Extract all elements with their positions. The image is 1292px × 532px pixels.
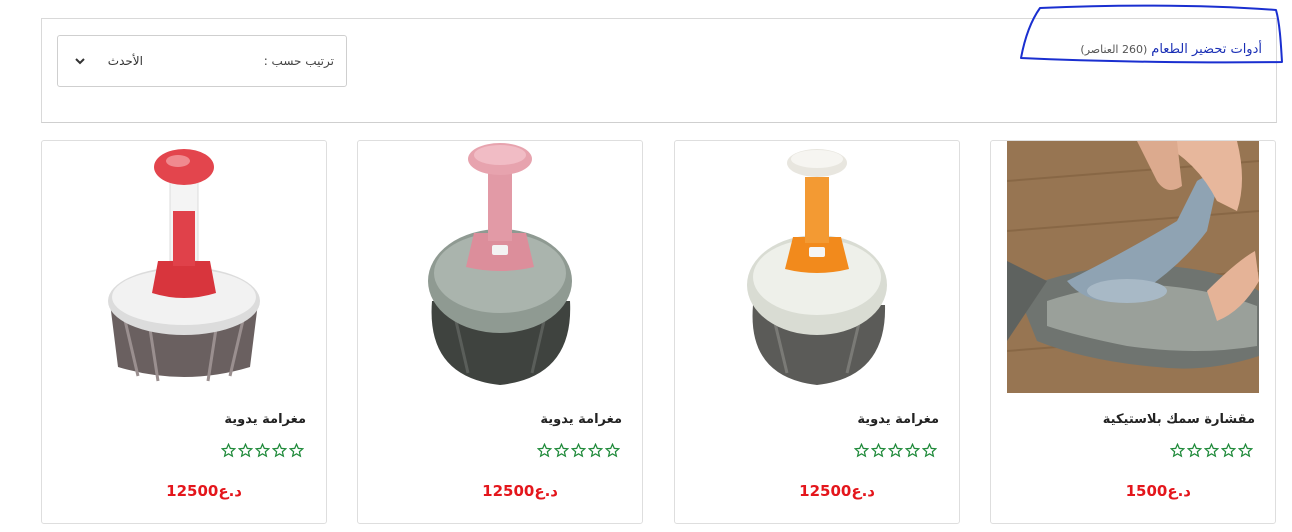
star-outline-icon	[871, 443, 886, 458]
star-outline-icon	[272, 443, 287, 458]
product-name[interactable]: مغرامة يدوية	[857, 412, 939, 427]
rating-stars	[537, 443, 620, 461]
annotation-scribble	[1020, 4, 1283, 64]
sort-dropdown[interactable]: ترتيب حسب : الأحدث	[57, 35, 347, 87]
star-outline-icon	[854, 443, 869, 458]
star-outline-icon	[537, 443, 552, 458]
star-outline-icon	[289, 443, 304, 458]
star-outline-icon	[1187, 443, 1202, 458]
star-outline-icon	[1238, 443, 1253, 458]
star-outline-icon	[1204, 443, 1219, 458]
product-card[interactable]: مغرامة يدوية 12500د.ع	[674, 140, 960, 524]
product-image[interactable]	[374, 141, 626, 393]
product-price: 12500د.ع	[482, 482, 558, 500]
star-outline-icon	[888, 443, 903, 458]
star-outline-icon	[605, 443, 620, 458]
product-name[interactable]: مقشارة سمك بلاستيكية	[1103, 412, 1255, 427]
product-card[interactable]: مغرامة يدوية 12500د.ع	[357, 140, 643, 524]
star-outline-icon	[588, 443, 603, 458]
sort-label: ترتيب حسب :	[263, 54, 334, 68]
product-name[interactable]: مغرامة يدوية	[540, 412, 622, 427]
star-outline-icon	[554, 443, 569, 458]
product-card[interactable]: مقشارة سمك بلاستيكية 1500د.ع	[990, 140, 1276, 524]
sort-selected-value: الأحدث	[107, 54, 143, 68]
product-card[interactable]: مغرامة يدوية 12500د.ع	[41, 140, 327, 524]
product-image[interactable]	[691, 141, 943, 393]
rating-stars	[221, 443, 304, 461]
rating-stars	[1170, 443, 1253, 461]
rating-stars	[854, 443, 937, 461]
star-outline-icon	[571, 443, 586, 458]
star-outline-icon	[255, 443, 270, 458]
star-outline-icon	[238, 443, 253, 458]
product-name[interactable]: مغرامة يدوية	[224, 412, 306, 427]
star-outline-icon	[922, 443, 937, 458]
star-outline-icon	[1170, 443, 1185, 458]
product-image[interactable]	[58, 141, 310, 393]
product-price: 12500د.ع	[166, 482, 242, 500]
product-price: 1500د.ع	[1125, 482, 1191, 500]
star-outline-icon	[1221, 443, 1236, 458]
chevron-down-icon	[75, 58, 85, 65]
star-outline-icon	[905, 443, 920, 458]
product-image[interactable]	[1007, 141, 1259, 393]
product-price: 12500د.ع	[799, 482, 875, 500]
star-outline-icon	[221, 443, 236, 458]
